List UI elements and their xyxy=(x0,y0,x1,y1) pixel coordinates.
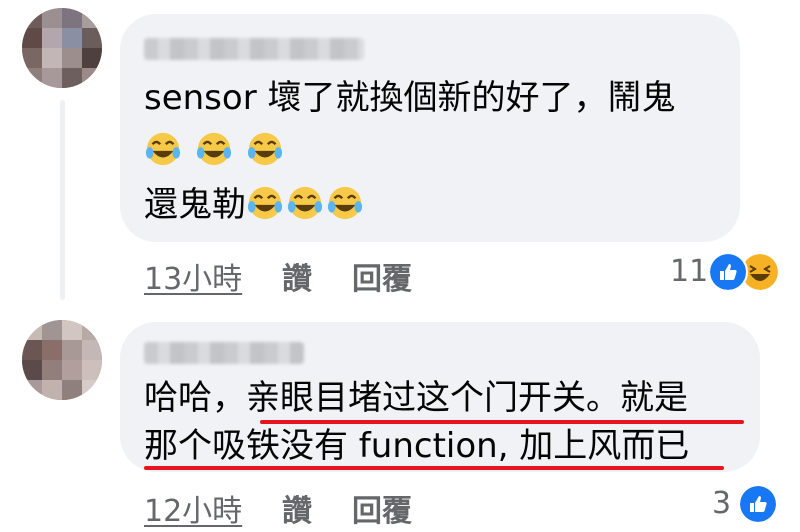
comment-bubble[interactable]: sensor 壞了就換個新的好了，鬧鬼 還鬼勒 xyxy=(120,14,740,242)
laughing-tears-emoji-icon xyxy=(196,132,231,166)
red-annotation-underline xyxy=(144,466,724,470)
comment-timestamp-link[interactable]: 13小時 xyxy=(144,254,242,298)
comment-bubble[interactable]: 哈哈，亲眼目堵过这个门开关。就是 那个吸铁没有 function, 加上风而已 xyxy=(120,322,760,472)
laughing-tears-emoji-icon xyxy=(287,186,323,220)
author-name-blurred[interactable] xyxy=(144,342,304,364)
laughing-tears-emoji-icon xyxy=(327,186,363,220)
reaction-count[interactable]: 3 xyxy=(712,486,731,521)
emoji-row xyxy=(144,130,286,171)
avatar[interactable] xyxy=(22,8,102,88)
like-icon[interactable] xyxy=(708,252,748,292)
reaction-count[interactable]: 11 xyxy=(670,254,708,289)
comment-text-line: 哈哈，亲眼目堵过这个门开关。就是 xyxy=(144,378,688,418)
comment-text-line: 那个吸铁没有 function, 加上风而已 xyxy=(144,426,690,466)
comment-timestamp-link[interactable]: 12小時 xyxy=(144,486,242,530)
comment-text-line: 還鬼勒 xyxy=(144,184,366,225)
like-icon[interactable] xyxy=(738,484,778,524)
reply-button[interactable]: 回覆 xyxy=(352,486,412,530)
author-name-blurred[interactable] xyxy=(144,38,364,60)
like-button[interactable]: 讚 xyxy=(282,486,312,530)
avatar[interactable] xyxy=(22,320,102,400)
thread-line xyxy=(60,100,65,300)
laughing-tears-emoji-icon xyxy=(247,186,283,220)
reply-button[interactable]: 回覆 xyxy=(352,254,412,298)
comment-text-underlined: 亲眼目堵过这个门开关。就是 xyxy=(246,378,688,418)
comment-text-line: sensor 壞了就換個新的好了，鬧鬼 xyxy=(144,78,676,118)
laughing-tears-emoji-icon xyxy=(145,132,181,166)
red-annotation-underline xyxy=(260,420,744,424)
like-button[interactable]: 讚 xyxy=(282,254,312,298)
comment-text-prefix: 還鬼勒 xyxy=(144,185,246,225)
laughing-tears-emoji-icon xyxy=(247,132,282,166)
comment-text-prefix: 哈哈， xyxy=(144,378,246,418)
